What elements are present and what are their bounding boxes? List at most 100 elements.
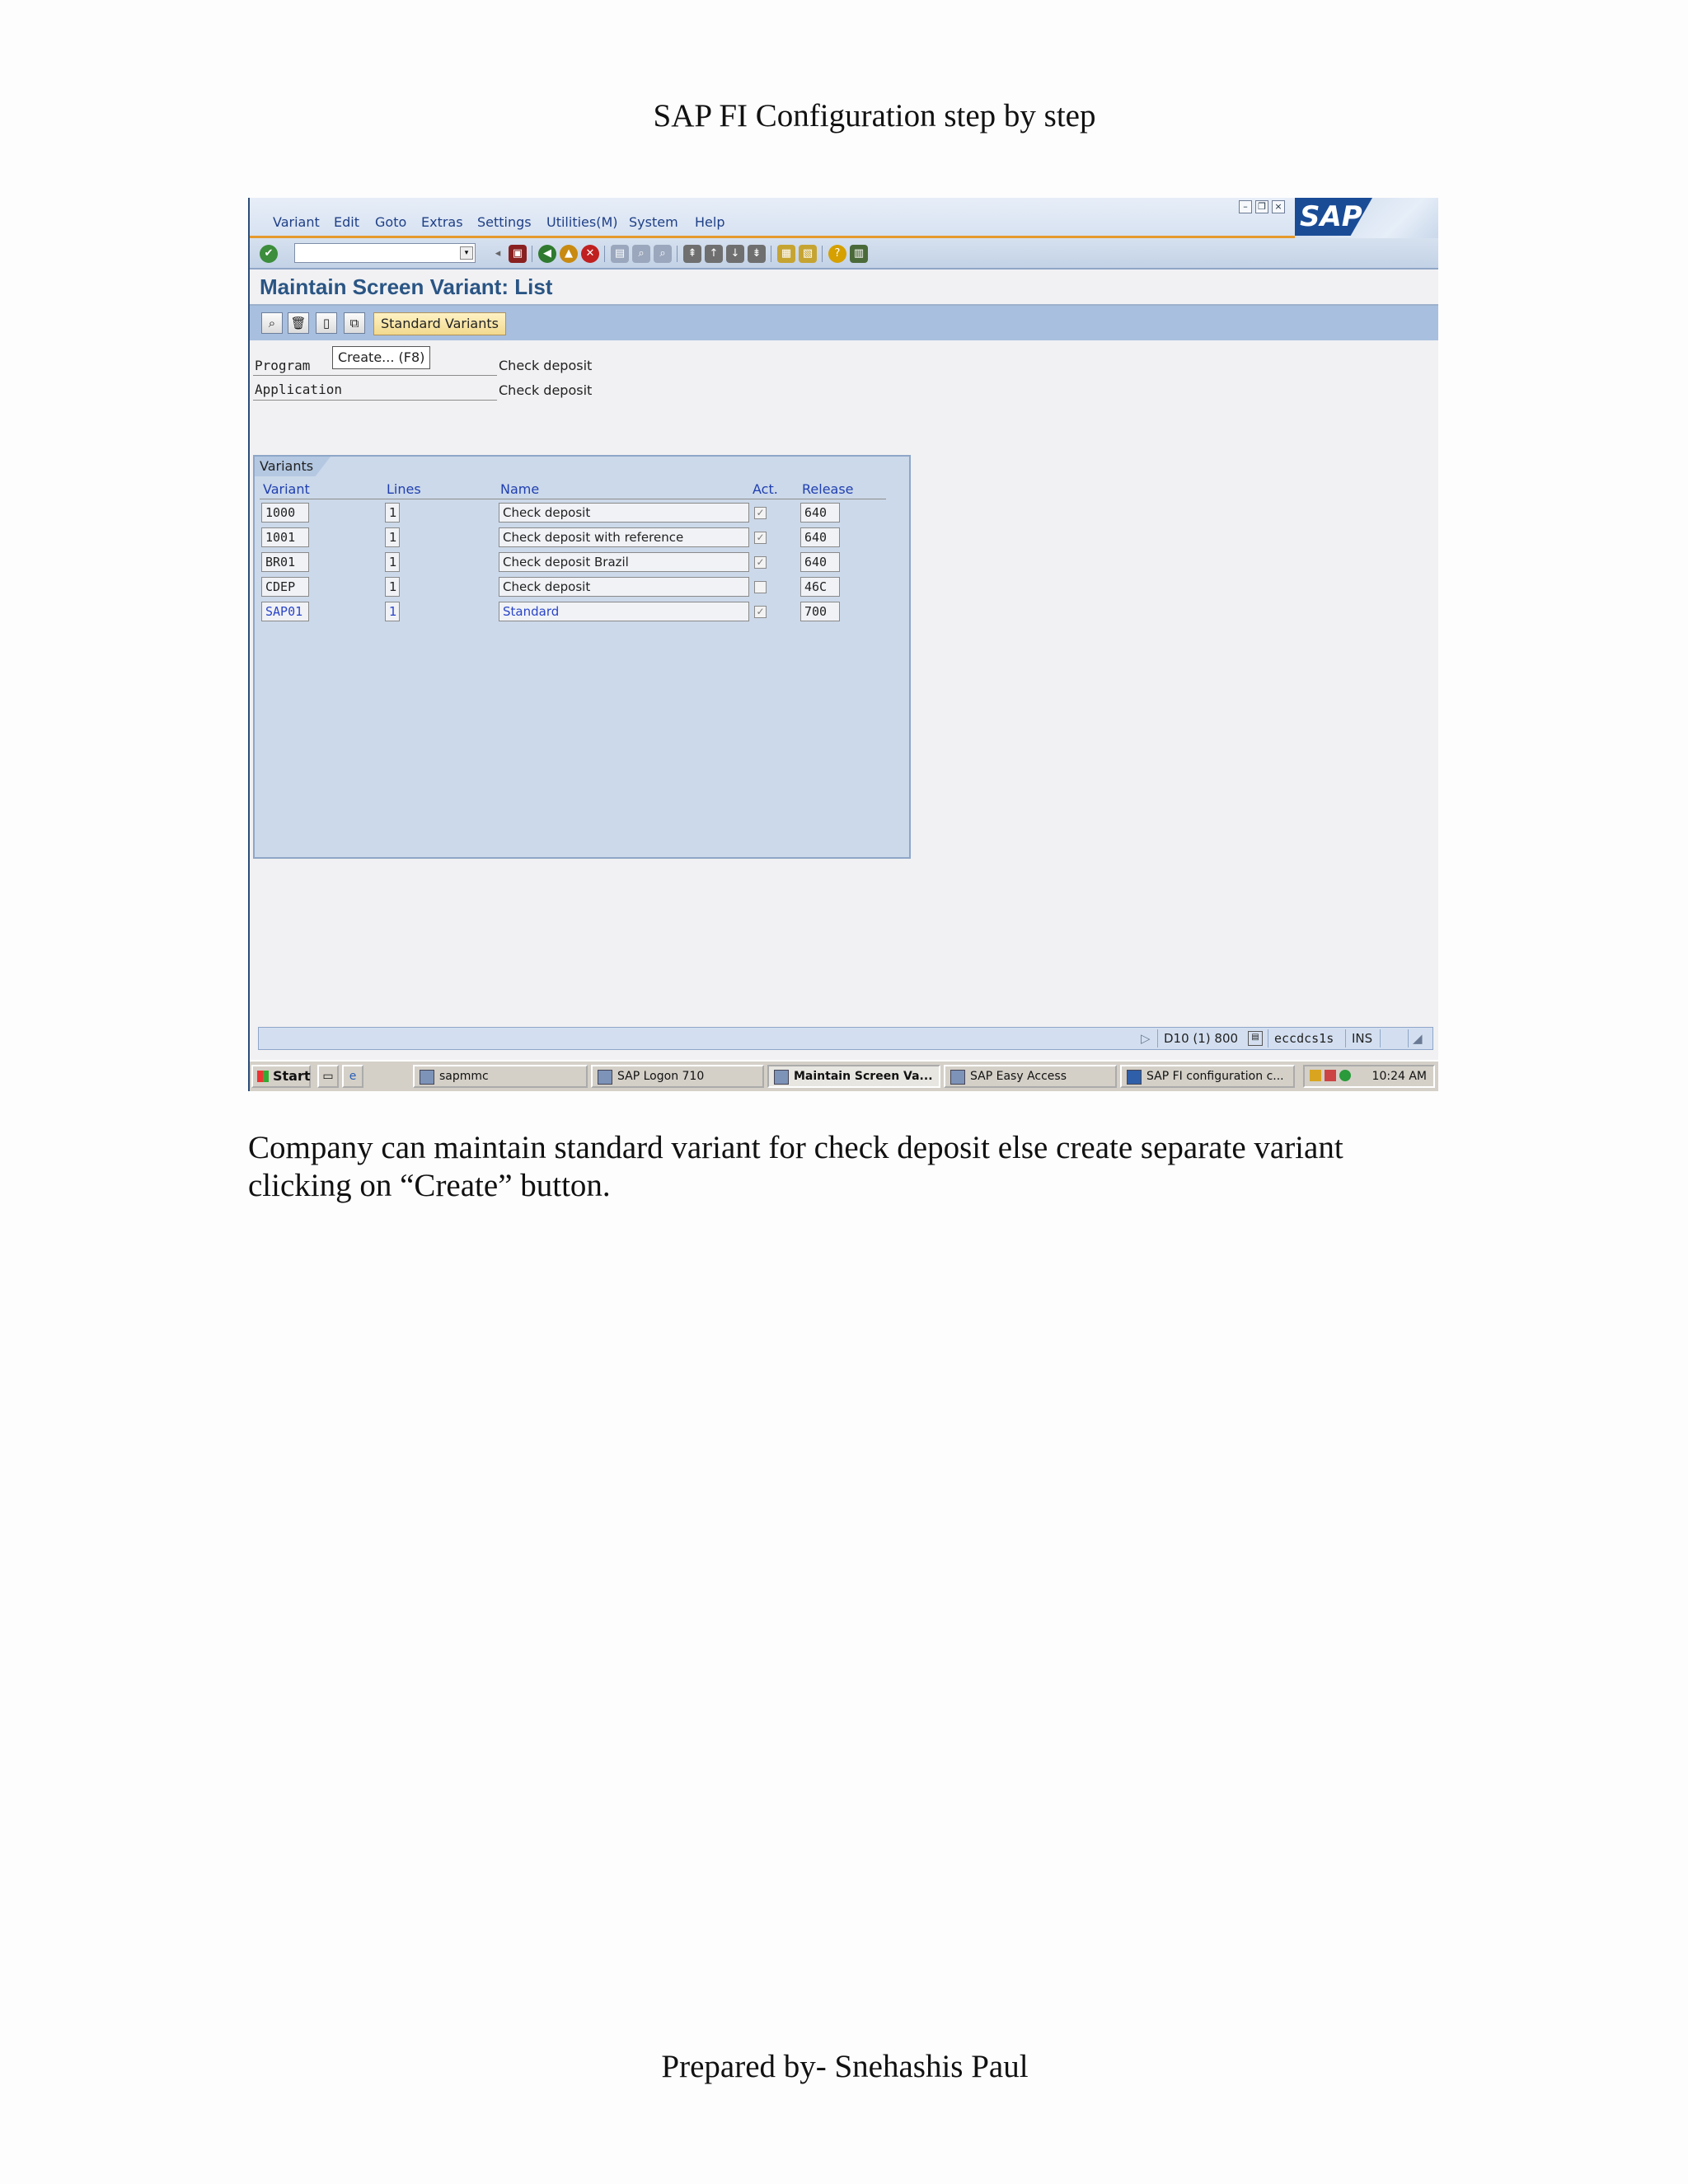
system-tray: 10:24 AM — [1303, 1065, 1435, 1088]
help-icon[interactable]: ? — [828, 245, 846, 263]
taskbar-item-label: Maintain Screen Va... — [794, 1070, 933, 1083]
input-mode[interactable]: INS — [1352, 1031, 1372, 1046]
quicklaunch-ie-icon[interactable]: e — [342, 1065, 363, 1088]
save-icon[interactable]: ▣ — [509, 245, 527, 263]
copy-icon[interactable]: ⧉ — [344, 312, 365, 334]
active-checkbox[interactable]: ✓ — [754, 532, 767, 544]
taskbar-item-maintain-screen[interactable]: Maintain Screen Va... — [767, 1065, 940, 1088]
taskbar-item-label: SAP Logon 710 — [617, 1070, 705, 1083]
back-arrow-icon[interactable]: ◂ — [489, 245, 507, 263]
name-cell: Check deposit — [499, 503, 749, 523]
sap-screenshot: Variant Edit Goto Extras Settings Utilit… — [248, 198, 1438, 1091]
taskbar-item-sap-logon[interactable]: SAP Logon 710 — [591, 1065, 764, 1088]
menu-settings[interactable]: Settings — [477, 214, 532, 230]
create-icon[interactable]: ▯ — [316, 312, 337, 334]
variant-cell[interactable]: 1001 — [261, 527, 309, 547]
previous-page-icon[interactable]: ↑ — [705, 245, 723, 263]
create-tooltip: Create... (F8) — [332, 346, 431, 369]
variant-cell[interactable]: CDEP — [261, 577, 309, 597]
standard-toolbar: ✔ ▾ ◂ ▣ ◀ ▲ ✕ ▤ ⌕ ⌕ ⇞ ↑ ↓ ⇟ ▦ ▧ ? ▥ — [250, 238, 1438, 269]
layout-menu-icon[interactable]: ▥ — [850, 245, 868, 263]
table-row[interactable]: 1001 1 Check deposit with reference ✓ 64… — [255, 526, 909, 551]
column-header-name[interactable]: Name — [500, 481, 539, 497]
active-checkbox[interactable]: ✓ — [754, 556, 767, 569]
column-header-act[interactable]: Act. — [753, 481, 778, 497]
column-header-lines[interactable]: Lines — [387, 481, 421, 497]
menu-goto[interactable]: Goto — [375, 214, 406, 230]
table-row[interactable]: CDEP 1 Check deposit 46C — [255, 575, 909, 600]
find-icon[interactable]: ⌕ — [632, 245, 650, 263]
menu-edit[interactable]: Edit — [334, 214, 359, 230]
menu-variant[interactable]: Variant — [273, 214, 320, 230]
variants-table: Variants Variant Lines Name Act. Release… — [253, 455, 911, 859]
table-row[interactable]: SAP01 1 Standard ✓ 700 — [255, 600, 909, 625]
resize-grip-icon[interactable]: ◢ — [1413, 1031, 1423, 1046]
active-checkbox[interactable]: ✓ — [754, 606, 767, 618]
release-cell: 46C — [800, 577, 840, 597]
lines-cell: 1 — [385, 552, 400, 572]
variant-cell[interactable]: 1000 — [261, 503, 309, 523]
tray-warning-icon[interactable] — [1325, 1070, 1336, 1081]
status-expand-icon[interactable]: ▷ — [1141, 1031, 1151, 1046]
window-icon — [950, 1070, 965, 1085]
menu-help[interactable]: Help — [695, 214, 724, 230]
first-page-icon[interactable]: ⇞ — [683, 245, 701, 263]
system-info-icon[interactable]: ▤ — [1248, 1031, 1263, 1046]
name-cell: Check deposit with reference — [499, 527, 749, 547]
delete-icon[interactable]: 🗑 — [288, 312, 309, 334]
find-next-icon[interactable]: ⌕ — [654, 245, 672, 263]
exit-icon[interactable]: ▲ — [560, 245, 578, 263]
taskbar-item-sap-easy-access[interactable]: SAP Easy Access — [944, 1065, 1117, 1088]
table-row[interactable]: BR01 1 Check deposit Brazil ✓ 640 — [255, 551, 909, 575]
command-field[interactable]: ▾ — [294, 243, 476, 263]
taskbar-item-word-doc[interactable]: SAP FI configuration c... — [1120, 1065, 1295, 1088]
print-icon[interactable]: ▤ — [611, 245, 629, 263]
quicklaunch-desktop-icon[interactable]: ▭ — [317, 1065, 339, 1088]
application-value: Check deposit — [499, 382, 593, 398]
start-button[interactable]: Start — [251, 1065, 311, 1088]
taskbar-item-label: SAP Easy Access — [970, 1070, 1067, 1083]
lines-cell: 1 — [385, 527, 400, 547]
restore-icon[interactable]: ❐ — [1255, 200, 1268, 213]
create-session-icon[interactable]: ▦ — [777, 245, 795, 263]
name-cell: Check deposit — [499, 577, 749, 597]
menu-utilities[interactable]: Utilities(M) — [546, 214, 618, 230]
menu-system[interactable]: System — [629, 214, 678, 230]
window-icon — [774, 1070, 789, 1085]
close-icon[interactable]: × — [1272, 200, 1285, 213]
variant-cell[interactable]: BR01 — [261, 552, 309, 572]
next-page-icon[interactable]: ↓ — [726, 245, 744, 263]
name-cell: Standard — [499, 602, 749, 621]
program-label: Program — [255, 358, 311, 373]
active-checkbox[interactable]: ✓ — [754, 507, 767, 519]
display-icon[interactable]: ⌕ — [261, 312, 283, 334]
shortcut-icon[interactable]: ▧ — [799, 245, 817, 263]
tray-icon[interactable] — [1310, 1070, 1321, 1081]
lines-cell: 1 — [385, 577, 400, 597]
variants-tab: Variants — [255, 457, 331, 476]
menu-extras[interactable]: Extras — [421, 214, 463, 230]
dropdown-icon[interactable]: ▾ — [460, 246, 473, 260]
release-cell: 700 — [800, 602, 840, 621]
document-footer: Prepared by- Snehashis Paul — [661, 2049, 1029, 2084]
enter-icon[interactable]: ✔ — [260, 245, 278, 263]
status-bar: ▷ D10 (1) 800 ▤ eccdcs1s INS ◢ — [258, 1027, 1433, 1050]
taskbar-item-sapmmc[interactable]: sapmmc — [413, 1065, 588, 1088]
last-page-icon[interactable]: ⇟ — [748, 245, 766, 263]
cancel-icon[interactable]: ✕ — [581, 245, 599, 263]
lines-cell: 1 — [385, 602, 400, 621]
document-header: SAP FI Configuration step by step — [653, 98, 1096, 134]
active-checkbox[interactable] — [754, 581, 767, 593]
variant-cell[interactable]: SAP01 — [261, 602, 309, 621]
minimize-icon[interactable]: – — [1239, 200, 1252, 213]
title-bar: Maintain Screen Variant: List — [250, 269, 1438, 306]
taskbar-item-label: SAP FI configuration c... — [1146, 1070, 1284, 1083]
release-cell: 640 — [800, 503, 840, 523]
tray-status-icon[interactable] — [1339, 1070, 1351, 1081]
back-icon[interactable]: ◀ — [538, 245, 556, 263]
standard-variants-button[interactable]: Standard Variants — [373, 312, 506, 335]
windows-taskbar: Start ▭ e sapmmc SAP Logon 710 Maintain … — [250, 1060, 1438, 1091]
column-header-release[interactable]: Release — [802, 481, 854, 497]
column-header-variant[interactable]: Variant — [263, 481, 310, 497]
table-row[interactable]: 1000 1 Check deposit ✓ 640 — [255, 501, 909, 526]
